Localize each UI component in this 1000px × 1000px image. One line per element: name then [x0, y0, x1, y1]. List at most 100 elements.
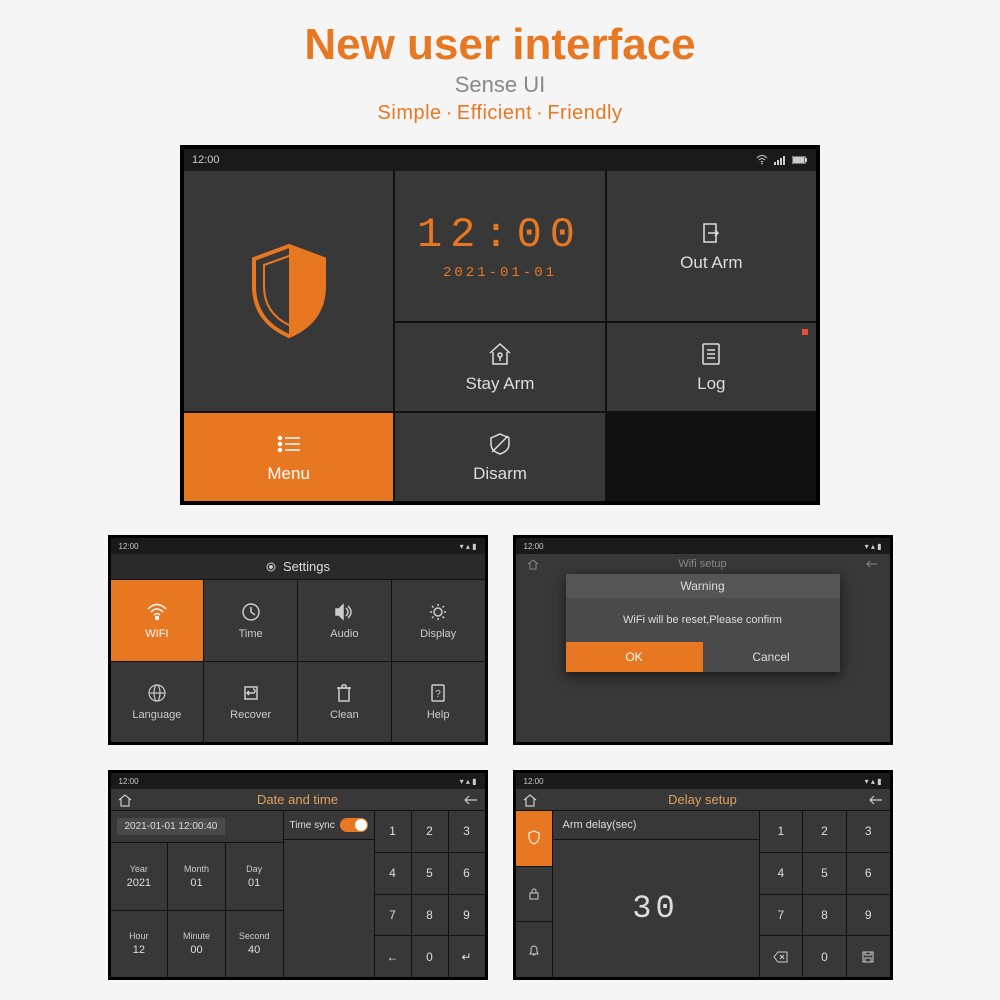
ok-button[interactable]: OK [566, 642, 703, 672]
signal-icon [774, 155, 786, 165]
main-date: 2021-01-01 [443, 265, 557, 281]
toggle-on-icon [340, 818, 368, 832]
status-time: 12:00 [192, 154, 220, 166]
clock-icon [241, 601, 261, 623]
keypad: 1 2 3 4 5 6 7 8 9 ← 0 ↵ [375, 811, 485, 977]
display-icon [428, 601, 448, 623]
help-icon: ? [430, 682, 446, 704]
key-3[interactable]: 3 [449, 811, 485, 852]
page-subtitle: Sense UI [0, 72, 1000, 98]
key-save[interactable] [847, 936, 890, 977]
key-0[interactable]: 0 [803, 936, 846, 977]
home-icon[interactable] [526, 558, 540, 570]
menu-button[interactable]: Menu [184, 413, 393, 501]
key-6[interactable]: 6 [847, 853, 890, 894]
stay-arm-label: Stay Arm [466, 374, 535, 394]
delay-screen: 12:00▾ ▴ ▮ Delay setup Arm delay(sec) 30… [513, 770, 893, 980]
recover-icon [241, 682, 261, 704]
key-8[interactable]: 8 [803, 895, 846, 936]
arm-delay-label: Arm delay(sec) [553, 811, 759, 839]
back-icon[interactable] [868, 794, 884, 806]
key-3[interactable]: 3 [847, 811, 890, 852]
cancel-button[interactable]: Cancel [703, 642, 840, 672]
status-icons: ▾ ▴ ▮ [460, 542, 477, 551]
settings-help[interactable]: ?Help [392, 662, 485, 743]
status-bar: 12:00 [184, 149, 816, 171]
second-cell[interactable]: Second40 [226, 911, 283, 978]
menu-label: Menu [267, 464, 310, 484]
key-1[interactable]: 1 [375, 811, 411, 852]
wifi-setup-title: Wifi setup [678, 558, 726, 570]
globe-icon [147, 682, 167, 704]
delay-value: 30 [553, 840, 759, 977]
settings-recover[interactable]: Recover [204, 662, 297, 743]
key-4[interactable]: 4 [760, 853, 803, 894]
key-5[interactable]: 5 [803, 853, 846, 894]
key-2[interactable]: 2 [412, 811, 448, 852]
clock-tile: 12:00 2021-01-01 [395, 171, 604, 321]
home-icon[interactable] [117, 793, 133, 807]
day-cell[interactable]: Day01 [226, 843, 283, 910]
settings-screen: 12:00▾ ▴ ▮ Settings WIFI Time Audio Disp… [108, 535, 488, 745]
minute-cell[interactable]: Minute00 [168, 911, 225, 978]
side-lock[interactable] [516, 867, 552, 922]
key-9[interactable]: 9 [449, 895, 485, 936]
wifi-icon [146, 601, 168, 623]
key-9[interactable]: 9 [847, 895, 890, 936]
stay-arm-icon [486, 340, 514, 368]
key-0[interactable]: 0 [412, 936, 448, 977]
settings-time[interactable]: Time [204, 580, 297, 661]
settings-clean[interactable]: Clean [298, 662, 391, 743]
month-cell[interactable]: Month01 [168, 843, 225, 910]
key-7[interactable]: 7 [760, 895, 803, 936]
settings-audio[interactable]: Audio [298, 580, 391, 661]
key-6[interactable]: 6 [449, 853, 485, 894]
year-cell[interactable]: Year2021 [111, 843, 168, 910]
time-sync-toggle[interactable]: Time sync [284, 811, 374, 839]
settings-wifi[interactable]: WIFI [111, 580, 204, 661]
dialog-message: WiFi will be reset,Please confirm [566, 598, 840, 642]
back-icon[interactable] [865, 559, 879, 569]
key-5[interactable]: 5 [412, 853, 448, 894]
key-1[interactable]: 1 [760, 811, 803, 852]
settings-title: Settings [111, 554, 485, 580]
wifi-icon [756, 155, 768, 165]
home-icon[interactable] [522, 793, 538, 807]
main-screen: 12:00 12:00 2021-01-01 Out Arm [180, 145, 820, 505]
side-bell[interactable] [516, 922, 552, 977]
disarm-icon [487, 430, 513, 458]
log-icon [700, 340, 722, 368]
shield-tile[interactable] [184, 171, 393, 411]
stay-arm-button[interactable]: Stay Arm [395, 323, 604, 411]
page-tagline: Simple·Efficient·Friendly [0, 102, 1000, 125]
notification-dot [802, 329, 808, 335]
clean-icon [335, 682, 353, 704]
out-arm-button[interactable]: Out Arm [607, 171, 816, 321]
key-delete[interactable] [760, 936, 803, 977]
log-button[interactable]: Log [607, 323, 816, 411]
datetime-screen: 12:00▾ ▴ ▮ Date and time 2021-01-01 12:0… [108, 770, 488, 980]
hour-cell[interactable]: Hour12 [111, 911, 168, 978]
key-8[interactable]: 8 [412, 895, 448, 936]
key-2[interactable]: 2 [803, 811, 846, 852]
out-arm-label: Out Arm [680, 253, 742, 273]
key-4[interactable]: 4 [375, 853, 411, 894]
disarm-button[interactable]: Disarm [395, 413, 604, 501]
settings-language[interactable]: Language [111, 662, 204, 743]
key-back[interactable]: ← [375, 936, 411, 977]
side-shield[interactable] [516, 811, 552, 866]
shield-icon [244, 241, 334, 341]
menu-icon [276, 430, 302, 458]
settings-display[interactable]: Display [392, 580, 485, 661]
dialog-title: Warning [566, 574, 840, 598]
page-title: New user interface [0, 20, 1000, 70]
delay-keypad: 1 2 3 4 5 6 7 8 9 0 [760, 811, 890, 977]
key-7[interactable]: 7 [375, 895, 411, 936]
svg-text:?: ? [435, 689, 441, 700]
key-enter[interactable]: ↵ [449, 936, 485, 977]
out-arm-icon [698, 219, 724, 247]
warning-screen: 12:00▾ ▴ ▮ Wifi setup U mend) SoftAP Unb… [513, 535, 893, 745]
back-icon[interactable] [463, 794, 479, 806]
battery-icon [792, 156, 808, 164]
datetime-title: Date and time [141, 792, 455, 807]
